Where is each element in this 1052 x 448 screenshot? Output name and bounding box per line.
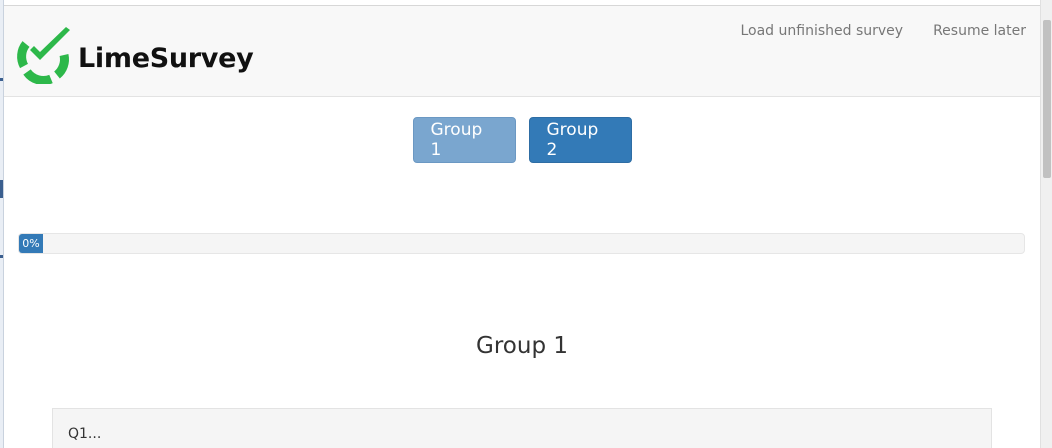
progress-label: 0%	[22, 237, 40, 250]
scrollbar-thumb[interactable]	[1043, 20, 1051, 178]
progress-bar-track: 0%	[18, 233, 1025, 254]
survey-page: LimeSurvey Load unfinished survey Resume…	[4, 0, 1040, 448]
question-text: Q1...	[68, 426, 102, 442]
vertical-scrollbar[interactable]	[1040, 0, 1052, 448]
edge-marker	[0, 255, 3, 258]
navbar-links: Load unfinished survey Resume later	[740, 23, 1026, 39]
group-title: Group 1	[476, 333, 568, 359]
group-2-button[interactable]: Group 2	[528, 117, 632, 163]
resume-later-link[interactable]: Resume later	[933, 23, 1026, 39]
load-unfinished-survey-link[interactable]: Load unfinished survey	[740, 23, 903, 39]
progress-bar-fill: 0%	[19, 234, 43, 253]
limesurvey-logo-icon	[16, 22, 74, 84]
navbar: LimeSurvey Load unfinished survey Resume…	[4, 6, 1040, 97]
edge-marker	[0, 78, 3, 81]
edge-marker	[0, 180, 3, 198]
brand-logo-link[interactable]: LimeSurvey	[16, 22, 254, 84]
group-navigation: Group 1 Group 2	[4, 117, 1040, 163]
brand-name: LimeSurvey	[78, 42, 254, 74]
question-container: Q1...	[52, 408, 992, 448]
group-1-button[interactable]: Group 1	[412, 117, 516, 163]
